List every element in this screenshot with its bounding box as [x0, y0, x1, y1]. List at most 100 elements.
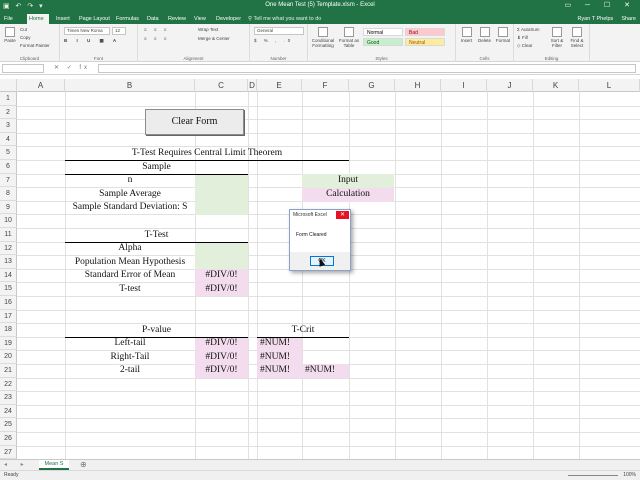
find-select-button[interactable]: Find & Select: [568, 27, 586, 48]
tcrit-right-cell[interactable]: #NUM!: [257, 351, 302, 365]
row-header[interactable]: 25: [0, 418, 17, 432]
window-controls[interactable]: ▭ ─ ☐ ✕: [564, 1, 636, 9]
row-header[interactable]: 3: [0, 119, 17, 133]
col-header-l[interactable]: L: [579, 79, 640, 92]
col-header-i[interactable]: I: [441, 79, 487, 92]
row-header[interactable]: 18: [0, 323, 17, 337]
format-cells-button[interactable]: Format: [494, 27, 512, 43]
merge-center-button[interactable]: Merge & Center: [198, 36, 230, 41]
format-painter-button[interactable]: Format Painter: [20, 43, 50, 48]
row-header[interactable]: 10: [0, 214, 17, 228]
formula-input[interactable]: [98, 64, 636, 73]
format-as-table-button[interactable]: Format as Table: [338, 27, 360, 48]
row-header[interactable]: 13: [0, 255, 17, 269]
style-normal[interactable]: Normal: [363, 28, 403, 36]
zoom-level[interactable]: 100%: [623, 472, 636, 478]
add-sheet-icon[interactable]: ⊕: [80, 460, 87, 470]
row-header[interactable]: 12: [0, 241, 17, 256]
name-box[interactable]: [2, 64, 44, 73]
tell-me-box[interactable]: ⚲ Tell me what you want to do: [248, 14, 321, 24]
tab-data[interactable]: Data: [145, 14, 161, 24]
t-value-cell[interactable]: #DIV/0!: [195, 283, 248, 297]
sort-filter-button[interactable]: Sort & Filter: [548, 27, 566, 48]
font-name-select[interactable]: Times New Roma: [64, 27, 110, 35]
user-area[interactable]: Ryan T Phelps Share: [569, 14, 636, 24]
tab-review[interactable]: Review: [166, 14, 188, 24]
row-header[interactable]: 11: [0, 228, 17, 242]
col-header-f[interactable]: F: [302, 79, 349, 92]
tab-file[interactable]: File: [2, 14, 20, 24]
row-header[interactable]: 27: [0, 445, 17, 460]
row-header[interactable]: 15: [0, 282, 17, 296]
col-header-j[interactable]: J: [487, 79, 533, 92]
row-header[interactable]: 7: [0, 173, 17, 188]
copy-button[interactable]: Copy: [20, 35, 31, 40]
se-value-cell[interactable]: #DIV/0!: [195, 269, 248, 283]
tab-insert[interactable]: Insert: [54, 14, 72, 24]
row-header[interactable]: 24: [0, 404, 17, 419]
tcrit-two-a-cell[interactable]: #NUM!: [257, 364, 302, 378]
col-header-h[interactable]: H: [395, 79, 441, 92]
row-header[interactable]: 1: [0, 92, 17, 106]
number-format-buttons[interactable]: $ % , .0: [254, 38, 293, 43]
select-all-corner[interactable]: [0, 79, 17, 92]
insert-cells-button[interactable]: Insert: [458, 27, 475, 43]
col-header-b[interactable]: B: [65, 79, 195, 92]
autosum-button[interactable]: Σ AutoSum: [517, 27, 540, 32]
row-header[interactable]: 26: [0, 432, 17, 446]
right-value-cell[interactable]: #DIV/0!: [195, 351, 248, 365]
paste-button[interactable]: Paste: [3, 27, 17, 43]
two-value-cell[interactable]: #DIV/0!: [195, 364, 248, 378]
font-style-buttons[interactable]: B I U ▦ A: [64, 38, 120, 44]
tab-page-layout[interactable]: Page Layout: [77, 14, 112, 24]
font-size-select[interactable]: 12: [112, 27, 126, 35]
tab-home[interactable]: Home: [27, 14, 49, 24]
tab-developer[interactable]: Developer: [214, 14, 243, 24]
style-good[interactable]: Good: [363, 38, 403, 46]
halign-buttons[interactable]: ≡ ≡ ≡: [144, 36, 169, 41]
clear-button[interactable]: ◇ Clear: [517, 43, 532, 49]
row-header[interactable]: 2: [0, 105, 17, 120]
row-header[interactable]: 23: [0, 391, 17, 405]
row-header[interactable]: 22: [0, 377, 17, 392]
close-icon[interactable]: ✕: [336, 211, 349, 219]
tab-formulas[interactable]: Formulas: [114, 14, 141, 24]
zoom-slider[interactable]: [568, 475, 618, 476]
col-header-c[interactable]: C: [195, 79, 248, 92]
share-button[interactable]: Share: [621, 16, 636, 22]
row-header[interactable]: 5: [0, 146, 17, 160]
style-neutral[interactable]: Neutral: [405, 38, 445, 46]
row-header[interactable]: 20: [0, 350, 17, 364]
align-buttons[interactable]: ≡ ≡ ≡: [144, 27, 169, 32]
tcrit-left-cell[interactable]: #NUM!: [257, 337, 302, 351]
input-cells-ttest[interactable]: [195, 242, 248, 269]
formula-icons[interactable]: ✕ ✓ fx: [54, 64, 90, 71]
row-header[interactable]: 8: [0, 187, 17, 201]
tcrit-two-b-cell[interactable]: #NUM!: [302, 364, 349, 378]
cut-button[interactable]: Cut: [20, 27, 27, 32]
row-header[interactable]: 6: [0, 160, 17, 174]
fill-button[interactable]: ⬇ Fill: [517, 35, 528, 41]
row-header[interactable]: 16: [0, 296, 17, 310]
col-header-d[interactable]: D: [248, 79, 257, 92]
row-header[interactable]: 4: [0, 132, 17, 147]
left-value-cell[interactable]: #DIV/0!: [195, 337, 248, 351]
clear-form-button[interactable]: Clear Form: [145, 109, 244, 135]
row-header[interactable]: 19: [0, 336, 17, 351]
col-header-g[interactable]: G: [349, 79, 395, 92]
delete-cells-button[interactable]: Delete: [476, 27, 493, 43]
col-header-a[interactable]: A: [17, 79, 65, 92]
number-format-select[interactable]: General: [254, 27, 304, 35]
tab-view[interactable]: View: [192, 14, 208, 24]
col-header-e[interactable]: E: [257, 79, 302, 92]
sheet-tab-mean[interactable]: Mean S: [39, 460, 69, 470]
style-bad[interactable]: Bad: [405, 28, 445, 36]
sheet-nav-arrows[interactable]: ◂ ▸: [4, 461, 30, 468]
conditional-formatting-button[interactable]: Conditional Formatting: [310, 27, 336, 48]
input-cells-sample[interactable]: [195, 174, 248, 215]
col-header-k[interactable]: K: [533, 79, 579, 92]
row-header[interactable]: 14: [0, 268, 17, 283]
wrap-text-button[interactable]: Wrap Text: [198, 27, 218, 32]
row-header[interactable]: 17: [0, 309, 17, 324]
row-header[interactable]: 21: [0, 364, 17, 378]
